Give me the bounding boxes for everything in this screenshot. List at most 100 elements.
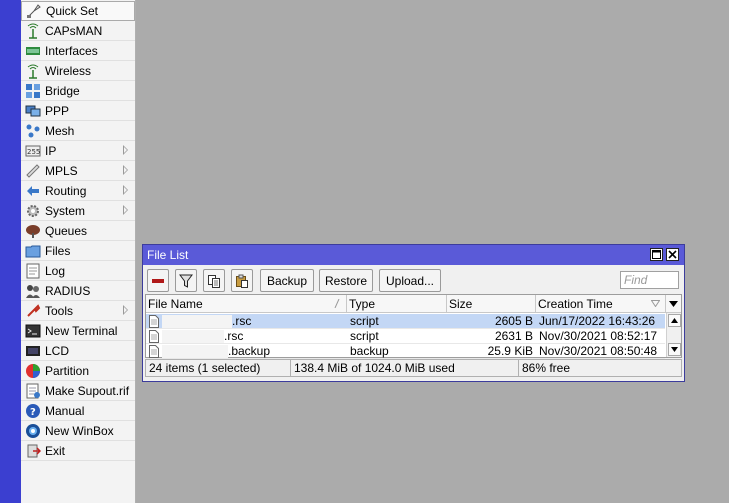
menu-item-label: Make Supout.rif (45, 383, 130, 398)
scroll-down-button[interactable] (668, 343, 681, 356)
file-icon (149, 330, 159, 343)
column-header-label: Type (349, 296, 376, 311)
find-input[interactable]: Find (620, 271, 679, 289)
chevron-down-icon (669, 300, 678, 307)
menu-item-label: Interfaces (45, 43, 98, 58)
menu-item-label: PPP (45, 103, 70, 118)
partition-icon (25, 363, 41, 379)
menu-item-new-winbox[interactable]: New WinBox (21, 421, 135, 441)
menu-item-wireless[interactable]: Wireless (21, 61, 135, 81)
menu-item-label: CAPsMAN (45, 23, 103, 38)
submenu-arrow-icon (123, 145, 128, 155)
menu-item-label: RADIUS (45, 283, 91, 298)
submenu-arrow-icon (123, 185, 128, 195)
menu-item-quick-set[interactable]: Quick Set (21, 1, 135, 21)
menu-item-capsman[interactable]: CAPsMAN (21, 21, 135, 41)
menu-item-queues[interactable]: Queues (21, 221, 135, 241)
column-header-label: Size (449, 296, 473, 311)
file-type-cell: script (350, 314, 379, 328)
terminal-icon (25, 323, 41, 339)
menu-item-system[interactable]: System (21, 201, 135, 221)
menu-item-ppp[interactable]: PPP (21, 101, 135, 121)
remove-button[interactable] (147, 269, 169, 292)
menu-item-partition[interactable]: Partition (21, 361, 135, 381)
paste-button[interactable] (231, 269, 253, 292)
menu-item-routing[interactable]: Routing (21, 181, 135, 201)
file-list-window: File List Backup Restore Upload... Find … (142, 244, 685, 382)
window-title-bar[interactable]: File List (143, 245, 684, 265)
table-row[interactable]: .rsc script 2605 B Jun/17/2022 16:43:26 (146, 314, 665, 329)
status-disk-usage: 138.4 MiB of 1024.0 MiB used (290, 359, 518, 377)
routing-icon (25, 183, 41, 199)
menu-item-label: Tools (45, 303, 74, 318)
menu-item-radius[interactable]: RADIUS (21, 281, 135, 301)
menu-item-manual[interactable]: ? Manual (21, 401, 135, 421)
menu-item-mesh[interactable]: Mesh (21, 121, 135, 141)
file-name-cell: .backup (228, 344, 271, 358)
file-icon (149, 345, 159, 358)
menu-item-bridge[interactable]: Bridge (21, 81, 135, 101)
column-header-file-name[interactable]: File Name (146, 295, 347, 313)
menu-item-make-supout-rif[interactable]: Make Supout.rif (21, 381, 135, 401)
column-header-creation-time[interactable]: Creation Time (536, 295, 666, 313)
ip-icon: 255 (25, 143, 41, 159)
menu-item-mpls[interactable]: MPLS (21, 161, 135, 181)
menu-item-new-terminal[interactable]: New Terminal (21, 321, 135, 341)
menu-item-log[interactable]: Log (21, 261, 135, 281)
paste-icon (236, 274, 248, 288)
file-created-cell: Nov/30/2021 08:52:17 (539, 329, 658, 343)
table-row[interactable]: .backup backup 25.9 KiB Nov/30/2021 08:50:4… (146, 344, 665, 359)
column-header-type[interactable]: Type (347, 295, 447, 313)
menu-item-label: Manual (45, 403, 85, 418)
upload-button[interactable]: Upload... (379, 269, 441, 292)
scroll-up-button[interactable] (668, 314, 681, 327)
menu-item-label: New WinBox (45, 423, 114, 438)
menu-item-label: Bridge (45, 83, 80, 98)
svg-text:?: ? (30, 407, 36, 418)
copy-button[interactable] (203, 269, 225, 292)
filter-icon (179, 274, 193, 288)
status-item-count: 24 items (1 selected) (145, 359, 290, 377)
column-chooser-button[interactable] (666, 295, 681, 313)
menu-item-label: System (45, 203, 86, 218)
redacted-file-name (162, 345, 228, 358)
mpls-icon (25, 163, 41, 179)
menu-item-interfaces[interactable]: Interfaces (21, 41, 135, 61)
menu-item-tools[interactable]: Tools (21, 301, 135, 321)
filter-button[interactable] (175, 269, 197, 292)
queues-icon (25, 223, 41, 239)
maximize-button[interactable] (650, 248, 663, 261)
exit-icon (25, 443, 41, 459)
menu-item-ip[interactable]: 255 IP (21, 141, 135, 161)
redacted-file-name (162, 330, 224, 343)
tools-icon (25, 303, 41, 319)
submenu-arrow-icon (123, 205, 128, 215)
sort-descending-icon (651, 300, 660, 307)
vertical-scrollbar[interactable] (666, 313, 681, 357)
backup-button[interactable]: Backup (260, 269, 314, 292)
column-header-size[interactable]: Size (447, 295, 536, 313)
file-size-cell: 2631 B (494, 329, 533, 343)
menu-item-label: LCD (45, 343, 70, 358)
restore-button[interactable]: Restore (319, 269, 373, 292)
close-icon (668, 250, 677, 259)
close-button[interactable] (666, 248, 679, 261)
menu-item-files[interactable]: Files (21, 241, 135, 261)
menu-item-label: Wireless (45, 63, 92, 78)
file-size-cell: 2605 B (494, 314, 533, 328)
menu-item-exit[interactable]: Exit (21, 441, 135, 461)
file-toolbar: Backup Restore Upload... Find (143, 267, 684, 295)
wireless-icon (25, 63, 41, 79)
main-menu: Quick Set CAPsMAN Interfaces Wireless Bridge… (21, 0, 136, 503)
mesh-icon (25, 123, 41, 139)
menu-item-label: Mesh (45, 123, 75, 138)
ppp-icon (25, 103, 41, 119)
menu-item-label: Partition (45, 363, 90, 378)
window-title: File List (147, 248, 189, 262)
bridge-icon (25, 83, 41, 99)
file-created-cell: Jun/17/2022 16:43:26 (539, 314, 656, 328)
file-type-cell: backup (350, 344, 389, 358)
minus-icon (152, 278, 164, 283)
table-row[interactable]: .rsc script 2631 B Nov/30/2021 08:52:17 (146, 329, 665, 344)
menu-item-lcd[interactable]: LCD (21, 341, 135, 361)
